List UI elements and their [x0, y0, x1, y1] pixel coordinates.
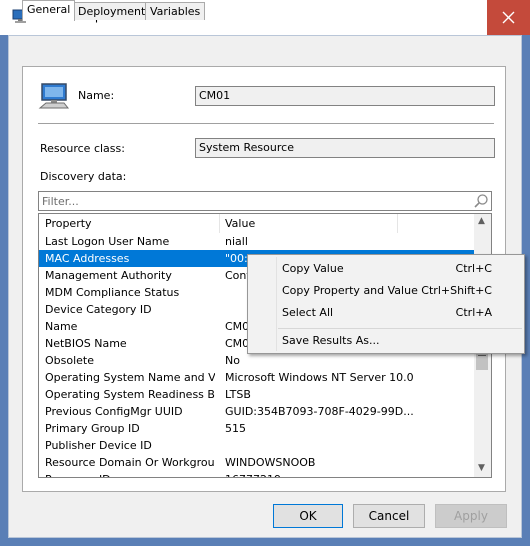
property-cell: Device Category ID [45, 303, 152, 316]
tab-deployments[interactable]: Deployments [73, 2, 157, 20]
resource-class-label: Resource class: [40, 142, 125, 155]
table-row[interactable]: Obsolete No [39, 352, 475, 369]
tab-general-label: General [27, 3, 71, 16]
menu-item-label: Copy Property and Value [282, 284, 418, 297]
divider [38, 123, 494, 124]
menu-item-shortcut: Ctrl+C [455, 262, 492, 275]
menu-item-shortcut: Ctrl+A [455, 306, 492, 319]
apply-button[interactable]: Apply [435, 504, 507, 528]
value-cell: WINDOWSNOOB [225, 456, 316, 469]
grip-line [478, 355, 486, 356]
cancel-button[interactable]: Cancel [353, 504, 425, 528]
menu-item-shortcut: Ctrl+Shift+C [421, 284, 492, 297]
property-cell: Name [45, 320, 78, 333]
close-button[interactable] [487, 0, 530, 35]
menu-item-label: Copy Value [282, 262, 344, 275]
value-cell: 515 [225, 422, 246, 435]
column-separator[interactable] [397, 214, 398, 233]
menu-separator [278, 328, 522, 329]
resource-class-field[interactable]: System Resource [195, 138, 495, 158]
menu-item-select-all[interactable]: Select All Ctrl+A [248, 303, 524, 323]
value-cell: 16777219 [225, 473, 470, 477]
value-cell: No [225, 354, 240, 367]
property-cell: Resource Domain Or Workgroup [45, 456, 215, 469]
table-row[interactable]: Last Logon User Name niall [39, 233, 475, 250]
column-header-property[interactable]: Property [45, 217, 92, 230]
property-cell: Management Authority [45, 269, 172, 282]
close-icon [502, 11, 515, 24]
property-cell: Primary Group ID [45, 422, 140, 435]
ok-button[interactable]: OK [273, 504, 343, 528]
property-cell: Operating System Readiness Bran... [45, 388, 215, 401]
menu-item-label: Select All [282, 306, 334, 319]
filter-input[interactable]: Filter... [38, 191, 492, 211]
tab-variables[interactable]: Variables [145, 2, 206, 20]
tab-general[interactable]: General [22, 0, 76, 21]
property-cell: Operating System Name and Versi... [45, 371, 215, 384]
property-cell: Last Logon User Name [45, 235, 170, 248]
computer-large-icon [38, 83, 70, 109]
table-row[interactable]: Resource ID 16777219 [39, 471, 475, 477]
property-cell: Obsolete [45, 354, 95, 367]
tab-deployments-label: Deployments [78, 5, 152, 18]
scroll-up-icon[interactable]: ▲ [478, 216, 485, 226]
value-cell: GUID:354B7093-708F-4029-99D... [225, 405, 414, 418]
menu-item-label: Save Results As... [282, 334, 380, 347]
property-cell: MAC Addresses [45, 252, 130, 265]
name-label: Name: [78, 89, 115, 102]
name-field[interactable]: CM01 [195, 86, 495, 106]
property-cell: NetBIOS Name [45, 337, 127, 350]
value-cell: niall [225, 235, 248, 248]
property-cell: Publisher Device ID [45, 439, 152, 452]
table-row[interactable]: Operating System Readiness Bran... LTSB [39, 386, 475, 403]
table-row[interactable]: Publisher Device ID [39, 437, 475, 454]
scroll-down-icon[interactable]: ▼ [478, 463, 485, 473]
property-cell: MDM Compliance Status [45, 286, 180, 299]
search-icon[interactable] [473, 193, 489, 209]
discovery-data-label: Discovery data: [40, 170, 127, 183]
list-header: Property Value [39, 214, 475, 233]
table-row[interactable]: Primary Group ID 515 [39, 420, 475, 437]
column-separator[interactable] [219, 214, 220, 233]
menu-item-copy-value[interactable]: Copy Value Ctrl+C [248, 259, 524, 279]
column-header-value[interactable]: Value [225, 217, 255, 230]
menu-item-copy-property-and-value[interactable]: Copy Property and Value Ctrl+Shift+C [248, 281, 524, 301]
tab-variables-label: Variables [150, 5, 201, 18]
menu-item-save-results-as[interactable]: Save Results As... [248, 331, 524, 351]
value-cell: LTSB [225, 388, 251, 401]
table-row[interactable]: Operating System Name and Versi... Micros… [39, 369, 475, 386]
value-cell: Microsoft Windows NT Server 10.0 [225, 371, 414, 384]
table-row[interactable]: Previous ConfigMgr UUID GUID:354B7093-708… [39, 403, 475, 420]
context-menu: Copy Value Ctrl+C Copy Property and Valu… [247, 254, 525, 354]
table-row[interactable]: Resource Domain Or Workgroup WINDOWSNOOB [39, 454, 475, 471]
property-cell: Previous ConfigMgr UUID [45, 405, 183, 418]
property-cell: Resource ID [45, 473, 215, 477]
